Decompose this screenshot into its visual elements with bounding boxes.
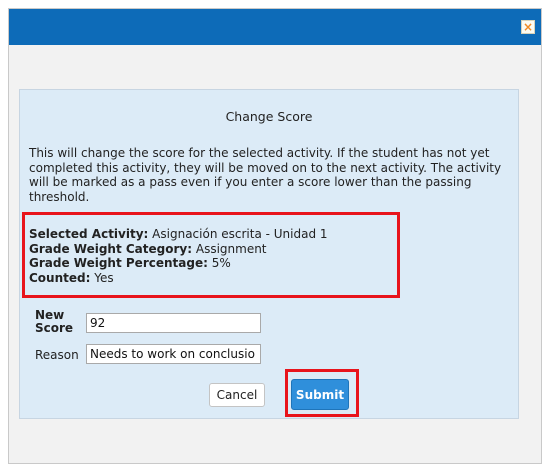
description-text: This will change the score for the selec… <box>29 146 502 204</box>
dialog-titlebar: × <box>9 9 541 45</box>
cancel-button[interactable]: Cancel <box>209 383 265 407</box>
reason-input[interactable] <box>86 344 261 364</box>
new-score-label-line2: Score <box>35 321 74 335</box>
new-score-input[interactable] <box>86 313 261 333</box>
new-score-label: New Score <box>35 309 73 335</box>
info-highlight-box <box>22 212 400 298</box>
submit-highlight-box <box>285 369 359 417</box>
close-icon[interactable]: × <box>521 20 535 34</box>
reason-label: Reason <box>35 348 79 362</box>
dialog-title: Change Score <box>225 109 313 124</box>
